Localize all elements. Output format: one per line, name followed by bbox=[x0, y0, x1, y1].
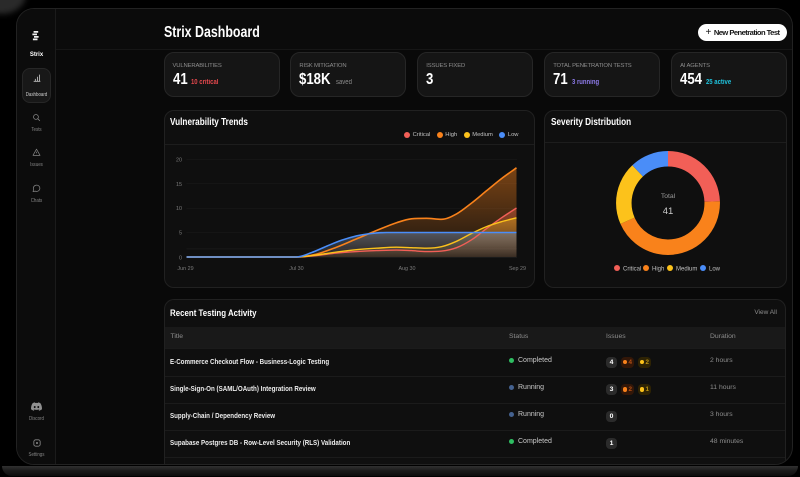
svg-text:5: 5 bbox=[179, 231, 182, 237]
svg-text:10: 10 bbox=[176, 206, 182, 212]
svg-text:Jun 29: Jun 29 bbox=[177, 266, 193, 272]
svg-text:Sep 29: Sep 29 bbox=[508, 266, 525, 272]
svg-text:20: 20 bbox=[176, 157, 182, 163]
svg-text:0: 0 bbox=[179, 256, 182, 262]
svg-text:41: 41 bbox=[663, 206, 674, 217]
svg-text:Medium: Medium bbox=[676, 267, 697, 273]
svg-text:Low: Low bbox=[709, 267, 721, 273]
svg-text:High: High bbox=[652, 267, 664, 273]
svg-text:Critical: Critical bbox=[623, 267, 641, 273]
svg-text:15: 15 bbox=[176, 182, 182, 188]
svg-text:Total: Total bbox=[661, 193, 676, 200]
svg-text:Aug 30: Aug 30 bbox=[398, 266, 415, 272]
svg-text:Jul 30: Jul 30 bbox=[289, 266, 303, 272]
